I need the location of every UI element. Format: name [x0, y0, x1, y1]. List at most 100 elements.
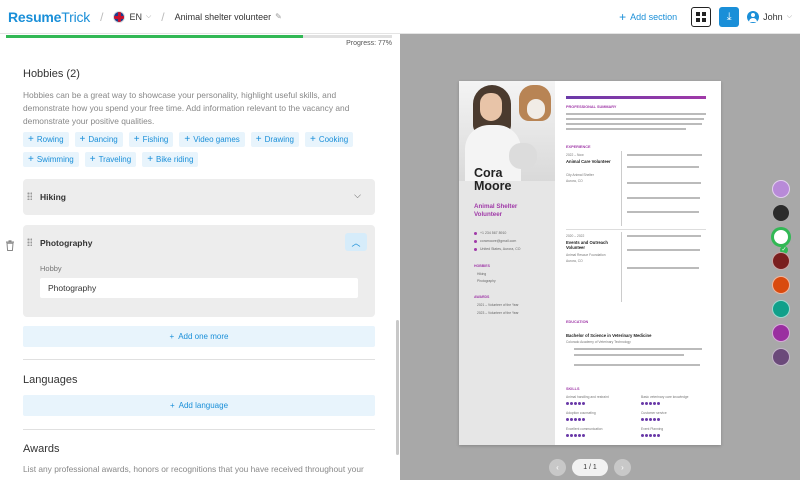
resume-summary-heading: PROFESSIONAL SUMMARY — [566, 105, 617, 109]
plus-icon: + — [169, 332, 175, 341]
color-swatch[interactable] — [772, 324, 790, 342]
color-swatch[interactable] — [772, 348, 790, 366]
page-number: 1 / 1 — [572, 459, 608, 476]
timeline-line — [621, 151, 622, 226]
hobby-input[interactable] — [40, 278, 358, 298]
resume-skill: Excellent communication — [566, 427, 603, 431]
chip-label: Drawing — [264, 135, 294, 144]
resume-email: coramoore@gmail.com — [474, 239, 516, 243]
chip-swimming[interactable]: + Swimming — [23, 152, 79, 167]
language-selector[interactable]: EN ⌵ — [113, 10, 151, 23]
editor-panel: Hobbies (2) Hobbies can be a great way t… — [0, 50, 400, 480]
download-button[interactable]: ⤓ — [719, 7, 740, 27]
resume-job-title: Animal Shelter Volunteer — [474, 203, 518, 218]
resume-job-place: Aurora, CO — [566, 179, 583, 183]
chevron-down-icon: ⌵ — [786, 13, 792, 20]
resume-job-dates: 2020 – 2022 — [566, 234, 585, 238]
drag-handle-icon[interactable] — [27, 238, 32, 246]
color-swatch[interactable]: ✓ — [772, 228, 790, 254]
awards-title: Awards — [23, 443, 60, 455]
chevron-right-icon: › — [621, 463, 624, 472]
color-swatch[interactable] — [772, 180, 790, 198]
plus-icon: + — [28, 134, 34, 145]
color-swatch[interactable] — [772, 276, 790, 294]
text-line — [627, 249, 700, 251]
next-page-button[interactable]: › — [614, 459, 631, 476]
user-icon — [747, 11, 760, 23]
skill-rating — [566, 418, 585, 421]
chip-bike-riding[interactable]: + Bike riding — [142, 152, 199, 167]
download-icon: ⤓ — [726, 10, 732, 23]
chip-dancing[interactable]: + Dancing — [74, 132, 123, 147]
plus-icon: + — [28, 154, 34, 165]
document-title[interactable]: Animal shelter volunteer ✎ — [175, 12, 282, 22]
add-language-button[interactable]: + Add language — [23, 395, 375, 416]
document-title-text: Animal shelter volunteer — [174, 11, 272, 22]
resume-hobby-item: Photography — [477, 279, 496, 283]
chip-label: Fishing — [142, 135, 169, 144]
text-line — [627, 166, 699, 168]
hobby-field-label: Hobby — [40, 264, 62, 273]
resume-skill: Basic veterinary care knowledge — [641, 395, 689, 399]
chip-video-games[interactable]: + Video games — [179, 132, 245, 147]
hobbies-title: Hobbies (2) — [23, 68, 80, 80]
divider — [566, 229, 706, 230]
chevron-up-icon[interactable]: ︿ — [345, 233, 367, 251]
chip-traveling[interactable]: + Traveling — [84, 152, 137, 167]
chip-label: Bike riding — [156, 155, 194, 164]
scrollbar[interactable] — [396, 320, 399, 455]
color-swatch[interactable] — [772, 252, 790, 270]
chevron-down-icon[interactable]: ⌵ — [354, 190, 361, 201]
text-line — [627, 182, 701, 184]
text-line — [627, 211, 699, 213]
logo[interactable]: ResumeTrick — [8, 9, 90, 25]
logo-trick: Trick — [61, 8, 91, 25]
add-section-button[interactable]: + Add section — [619, 11, 677, 23]
uk-flag-icon — [113, 10, 126, 23]
resume-page[interactable]: Cora Moore Animal Shelter Volunteer +1 2… — [459, 81, 721, 445]
chip-label: Video games — [193, 135, 240, 144]
resume-awards-heading: AWARDS — [474, 295, 490, 299]
templates-button[interactable] — [691, 7, 712, 27]
plus-icon: + — [89, 154, 96, 165]
drag-handle-icon[interactable] — [27, 192, 32, 200]
chip-drawing[interactable]: + Drawing — [250, 132, 299, 147]
skill-rating — [566, 434, 585, 437]
resume-phone: +1 234 567 8910 — [474, 231, 506, 235]
chip-fishing[interactable]: + Fishing — [128, 132, 174, 147]
skill-rating — [566, 402, 585, 405]
text-line — [627, 154, 702, 156]
color-swatch[interactable] — [772, 300, 790, 318]
plus-icon: + — [79, 134, 86, 145]
plus-icon: + — [133, 134, 140, 145]
hobbies-description: Hobbies can be a great way to showcase y… — [23, 90, 350, 126]
page-navigator: ‹ 1 / 1 › — [549, 459, 631, 476]
languages-title: Languages — [23, 374, 78, 386]
hobby-card-hiking[interactable]: Hiking ⌵ — [23, 179, 375, 215]
plus-icon: + — [169, 401, 175, 410]
plus-icon: + — [147, 154, 154, 165]
chip-cooking[interactable]: + Cooking — [304, 132, 354, 147]
user-name: John — [763, 12, 783, 22]
timeline-line — [621, 232, 622, 302]
resume-email-text: coramoore@gmail.com — [480, 239, 517, 243]
hobby-card-title: Hiking — [40, 192, 66, 202]
color-swatch[interactable] — [772, 204, 790, 222]
trash-icon[interactable] — [5, 240, 15, 251]
chip-rowing[interactable]: + Rowing — [23, 132, 69, 147]
add-one-more-button[interactable]: + Add one more — [23, 326, 375, 347]
text-line — [566, 123, 702, 125]
resume-education-heading: EDUCATION — [566, 320, 589, 324]
text-line — [566, 128, 686, 130]
text-line — [627, 235, 701, 237]
resume-location-text: United States, Aurora, CO — [480, 247, 521, 251]
prev-page-button[interactable]: ‹ — [549, 459, 566, 476]
chip-label: Swimming — [36, 155, 74, 164]
chip-label: Traveling — [98, 155, 132, 164]
pencil-icon[interactable]: ✎ — [275, 12, 282, 21]
user-menu[interactable]: John ⌵ — [747, 11, 792, 23]
text-line — [574, 364, 700, 366]
skill-rating — [641, 402, 660, 405]
progress: Progress: 77% — [6, 35, 392, 49]
text-line — [566, 113, 706, 115]
